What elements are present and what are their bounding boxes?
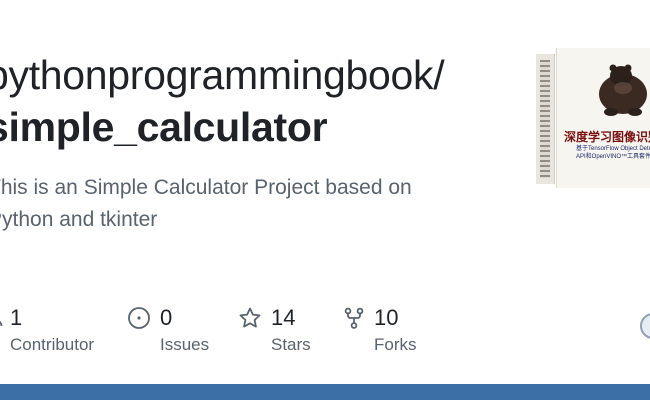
book-spine: [536, 54, 555, 184]
fork-icon: [342, 306, 366, 330]
forks-count: 10: [374, 305, 399, 330]
book-subtitle: 基于TensorFlow Object Detection API和OpenVI…: [576, 146, 650, 160]
bottom-bar: [0, 384, 650, 400]
stars-count: 14: [271, 305, 296, 330]
repo-name[interactable]: simple_calculator: [0, 104, 328, 151]
bear-illustration-icon: [599, 64, 647, 116]
avatar[interactable]: [640, 313, 650, 339]
issues-count: 0: [160, 305, 173, 330]
people-icon: [0, 306, 10, 330]
repo-owner[interactable]: pythonprogrammingbook/: [0, 52, 445, 99]
forks-label: Forks: [374, 335, 417, 354]
stars-label: Stars: [271, 335, 311, 354]
issues-label: Issues: [160, 335, 210, 354]
repo-description: This is an Simple Calculator Project bas…: [0, 176, 412, 231]
book-cover-image: 深度学习图像识别技 基于TensorFlow Object Detection …: [536, 48, 650, 188]
contributors-label: Contributor: [10, 335, 95, 354]
book-front: [556, 48, 650, 188]
issue-icon: [127, 306, 151, 330]
star-icon: [238, 306, 262, 330]
contributors-count: 1: [10, 305, 23, 330]
book-title: 深度学习图像识别技: [564, 130, 650, 144]
